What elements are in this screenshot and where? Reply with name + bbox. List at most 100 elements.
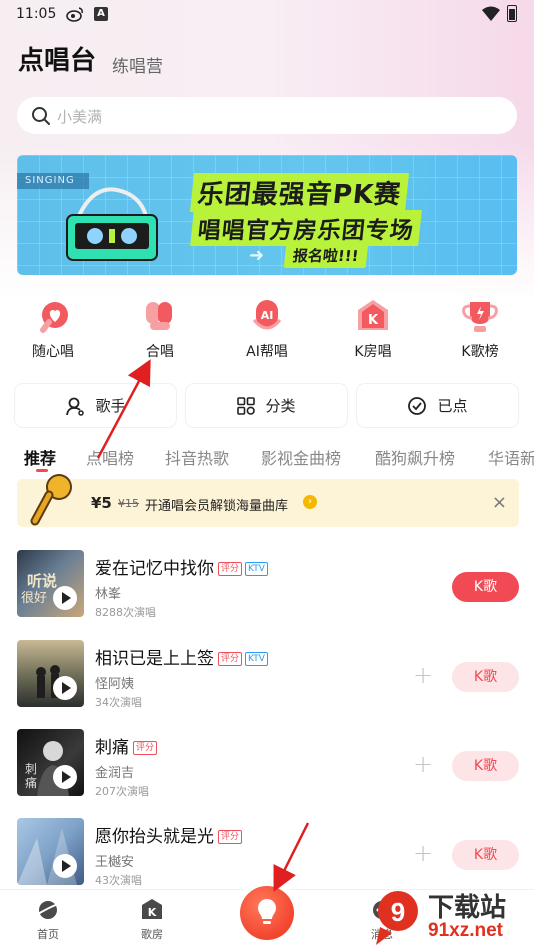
chevron-right-icon[interactable]: ›: [303, 495, 317, 509]
svg-text:9: 9: [391, 897, 405, 927]
sing-button[interactable]: K歌: [452, 840, 519, 870]
quick-entry-k-room[interactable]: K K房唱: [328, 298, 418, 361]
watermark-title: 下载站: [428, 892, 507, 922]
song-artist[interactable]: 林峯: [95, 583, 121, 602]
sing-center-button[interactable]: [240, 886, 294, 940]
tab-song-chart[interactable]: 点唱榜: [86, 445, 134, 469]
ai-mic-icon: AI: [252, 300, 282, 330]
add-icon[interactable]: +: [413, 839, 433, 867]
song-title: 相识已是上上签: [95, 649, 214, 669]
ktv-badge: KTV: [245, 652, 268, 666]
category-label: 歌手: [95, 397, 126, 415]
practice-camp-tab[interactable]: 练唱营: [112, 52, 163, 77]
song-title-row: 相识已是上上签 评分 KTV: [95, 644, 268, 669]
watermark-url: 91xz.net: [428, 920, 503, 941]
sing-button[interactable]: K歌: [452, 751, 519, 781]
quick-entries: 随心唱 合唱 AI AI帮唱 K K房唱 K歌榜: [0, 298, 534, 360]
quick-entry-label: 合唱: [146, 344, 174, 360]
song-row[interactable]: 相识已是上上签 评分 KTV 怪阿姨 34次演唱 + K歌: [0, 640, 534, 710]
heart-icon: [40, 302, 68, 333]
tab-recommend[interactable]: 推荐: [24, 445, 56, 469]
promo-text: 开通唱会员解锁海量曲库: [145, 499, 289, 514]
check-circle-icon: [407, 396, 427, 416]
svg-text:刺: 刺: [25, 762, 37, 776]
song-cover[interactable]: 刺痛: [17, 729, 84, 796]
vip-promo-bar[interactable]: ¥5 ¥15 开通唱会员解锁海量曲库 › ×: [17, 474, 519, 527]
song-row[interactable]: 愿你抬头就是光 评分 王樾安 43次演唱 + K歌: [0, 818, 534, 888]
mic-icon: [30, 474, 72, 526]
song-cover[interactable]: 听说 很好: [17, 550, 84, 617]
banner-signup-button[interactable]: 报名啦!!!: [283, 243, 368, 268]
close-icon[interactable]: ×: [492, 492, 507, 513]
song-artist[interactable]: 王樾安: [95, 851, 134, 870]
add-icon[interactable]: +: [413, 750, 433, 778]
grid-icon: [237, 396, 256, 415]
song-artist[interactable]: 怪阿姨: [95, 673, 134, 692]
song-row[interactable]: 刺痛 刺痛 评分 金润吉 207次演唱 + K歌: [0, 729, 534, 799]
search-input[interactable]: 小美满: [17, 97, 517, 134]
svg-text:K: K: [148, 906, 157, 919]
song-title-row: 愿你抬头就是光 评分: [95, 822, 243, 847]
sing-button[interactable]: K歌: [452, 662, 519, 692]
chart-tabs: 推荐 点唱榜 抖音热歌 影视金曲榜 酷狗飙升榜 华语新: [0, 443, 534, 473]
song-row[interactable]: 听说 很好 爱在记忆中找你 评分 KTV 林峯 8288次演唱 K歌: [0, 550, 534, 620]
nav-home[interactable]: 首页: [18, 898, 78, 942]
quick-entry-ai-sing[interactable]: AI AI帮唱: [222, 298, 312, 361]
tab-chinese-new[interactable]: 华语新: [488, 445, 534, 469]
song-title-row: 爱在记忆中找你 评分 KTV: [95, 554, 268, 579]
promo-banner[interactable]: SINGING 乐团最强音PK赛 唱唱官方房乐团专场 ➜ 报名啦!!!: [17, 155, 517, 275]
category-button[interactable]: 分类: [186, 384, 347, 427]
battery-icon: [507, 5, 517, 22]
search-placeholder: 小美满: [57, 108, 103, 126]
promo-old-price: ¥15: [118, 497, 139, 510]
trophy-icon: [462, 302, 498, 332]
quick-entry-label: 随心唱: [32, 344, 74, 360]
notification-a-icon: A: [94, 7, 108, 21]
play-icon[interactable]: [53, 676, 77, 700]
quick-entry-k-chart[interactable]: K歌榜: [435, 298, 525, 361]
singer-button[interactable]: 歌手: [15, 384, 176, 427]
song-cover[interactable]: [17, 818, 84, 885]
weibo-icon: [66, 7, 83, 22]
status-bar: 11:05 A: [0, 0, 534, 30]
tab-film-tv[interactable]: 影视金曲榜: [261, 445, 341, 469]
nav-label: 首页: [37, 928, 59, 941]
svg-text:痛: 痛: [25, 775, 37, 790]
wifi-icon: [482, 6, 500, 21]
play-icon[interactable]: [53, 586, 77, 610]
sing-button[interactable]: K歌: [452, 572, 519, 602]
song-play-count: 34次演唱: [95, 696, 142, 709]
bulb-icon: [258, 899, 276, 924]
page-title[interactable]: 点唱台: [18, 40, 96, 77]
radio-illustration: [66, 187, 158, 261]
quick-entry-free-sing[interactable]: 随心唱: [8, 298, 98, 361]
nav-label: 歌房: [141, 928, 163, 941]
status-time: 11:05: [16, 6, 57, 22]
k-room-icon: K: [358, 300, 388, 330]
cover-art: [17, 828, 77, 885]
score-badge: 评分: [133, 741, 158, 755]
cover-art: [36, 665, 60, 698]
song-play-count: 43次演唱: [95, 874, 142, 887]
ordered-button[interactable]: 已点: [357, 384, 518, 427]
song-title: 爱在记忆中找你: [95, 559, 214, 579]
play-icon[interactable]: [53, 854, 77, 878]
play-icon[interactable]: [53, 765, 77, 789]
song-title-row: 刺痛 评分: [95, 733, 158, 758]
quick-entry-duet[interactable]: 合唱: [115, 298, 205, 361]
planet-icon: [37, 901, 59, 919]
quick-entry-label: K房唱: [354, 344, 392, 360]
tab-douyin-hits[interactable]: 抖音热歌: [165, 445, 229, 469]
nav-k-room[interactable]: K 歌房: [122, 898, 182, 942]
song-play-count: 207次演唱: [95, 785, 149, 798]
banner-arrow-icon: ➜: [249, 245, 265, 266]
tab-kugou-rising[interactable]: 酷狗飙升榜: [375, 445, 455, 469]
song-artist[interactable]: 金润吉: [95, 762, 134, 781]
add-icon[interactable]: +: [413, 661, 433, 689]
score-badge: 评分: [218, 830, 243, 844]
song-cover[interactable]: [17, 640, 84, 707]
score-badge: 评分: [218, 652, 243, 666]
svg-text:听说: 听说: [27, 572, 57, 590]
song-title: 愿你抬头就是光: [95, 827, 214, 847]
k-room-nav-icon: K: [142, 899, 162, 919]
